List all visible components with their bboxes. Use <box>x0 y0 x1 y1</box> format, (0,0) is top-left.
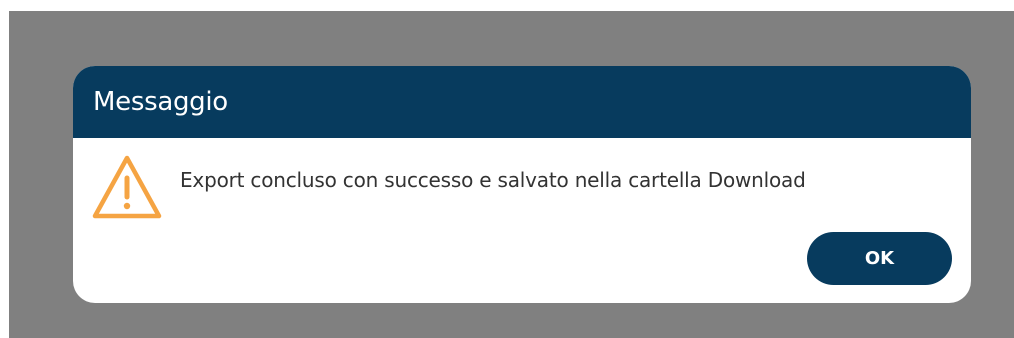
dialog-header: Messaggio <box>73 66 971 138</box>
dialog-body: Export concluso con successo e salvato n… <box>73 138 971 303</box>
warning-icon <box>89 152 165 224</box>
ok-button[interactable]: OK <box>807 232 952 285</box>
dialog-message: Export concluso con successo e salvato n… <box>180 168 806 192</box>
dialog-title: Messaggio <box>93 87 228 117</box>
message-dialog: Messaggio Export concluso con successo e… <box>73 66 971 303</box>
